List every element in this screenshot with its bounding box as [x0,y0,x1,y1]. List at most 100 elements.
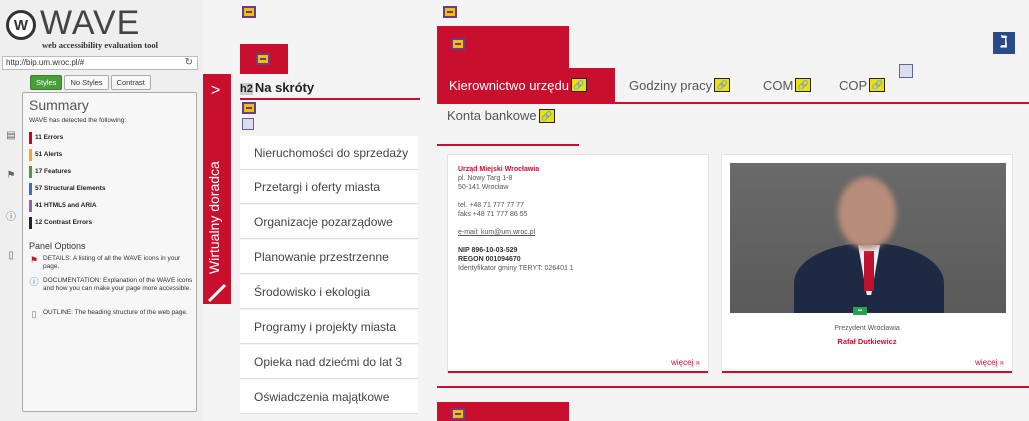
url-text: http://bip.um.wroc.pl/# [6,58,85,67]
tab-godziny-pracy[interactable]: Godziny pracy 🔗 [629,68,731,102]
link-icon: 🔗 [795,78,812,92]
tab-cop[interactable]: COP 🔗 [839,68,886,102]
wave-region-icon [451,38,465,50]
stat-label: 11 Errors [35,134,64,141]
nav-divider [240,98,420,100]
tab-label: Kierownictwo urzędu [449,77,569,93]
stat-label: 51 Alerts [35,151,63,158]
next-section-block [437,402,569,421]
main-content: ℷ Kierownictwo urzędu 🔗 Godziny pracy 🔗 CO… [437,0,1029,421]
stat-label: 17 Features [35,168,72,175]
nav-item[interactable]: Środowisko i ekologia [240,275,418,309]
summary-icon[interactable]: ▤ [4,128,18,142]
outline-icon[interactable]: ▯ [4,248,18,262]
tab-styles[interactable]: Styles [30,75,63,90]
detected-text: WAVE has detected the following: [29,117,127,124]
wave-region-icon [256,53,270,65]
option-text: DOCUMENTATION: Explanation of the WAVE i… [43,277,193,292]
advisor-label: Wirtualny doradca [206,161,222,274]
office-address: pl. Nowy Targ 1-8 [458,175,513,182]
photo-head [838,177,896,249]
nav-item[interactable]: Opieka nad dziećmi do lat 3 [240,345,418,379]
tab-konta-bankowe[interactable]: Konta bankowe 🔗 [447,108,555,123]
link-icon: 🔗 [538,108,555,123]
more-link[interactable]: więcej » [975,358,1004,367]
stat-label: 12 Contrast Errors [35,219,93,226]
option-text: OUTLINE: The heading structure of the we… [43,309,188,316]
nav-item[interactable]: Organizacje pozarządowe [240,205,418,239]
feature-icon: ▪▪ [853,307,867,315]
option-documentation[interactable]: ⓘ DOCUMENTATION: Explanation of the WAVE… [29,277,194,293]
stat-alerts[interactable]: 51 Alerts [29,148,62,161]
stat-bar [29,165,32,178]
wave-subtitle: web accessibility evaluation tool [42,40,158,50]
office-card: Urząd Miejski Wrocławia pl. Nowy Targ 1-… [447,154,709,374]
tab-label: COM [763,77,794,93]
tab-bar: Kierownictwo urzędu 🔗 Godziny pracy 🔗 COM 🔗… [437,68,1029,148]
tab-label: COP [839,77,868,93]
nav-item[interactable]: Przetargi i oferty miasta [240,170,418,204]
refresh-icon[interactable]: ↻ [185,57,193,69]
stat-bar [29,182,32,195]
president-title: Prezydent Wrocławia [834,325,900,332]
info-icon: ⓘ [29,277,39,287]
office-contact: Urząd Miejski Wrocławia pl. Nowy Targ 1-… [458,165,574,273]
nav-item[interactable]: Programy i projekty miasta [240,310,418,344]
stat-html5-aria[interactable]: 41 HTML5 and ARIA [29,199,97,212]
option-details[interactable]: ⚑ DETAILS: A listing of all the WAVE ico… [29,255,194,271]
shortcuts-nav: h2 Na skróty Nieruchomości do sprzedaży P… [232,0,420,421]
nav-header-block [240,44,288,74]
link-icon: 🔗 [570,78,587,92]
office-name: Urząd Miejski Wrocławia [458,166,540,173]
tab-divider [437,102,1029,104]
nav-item[interactable]: Nieruchomości do sprzedaży [240,136,418,170]
list-icon [242,118,254,130]
office-postcode: 50-141 Wrocław [458,184,509,191]
nav-title: h2 Na skróty [240,80,314,95]
section-divider [437,386,1029,388]
stat-bar [29,131,32,144]
president-name: Rafał Dutkiewicz [837,337,897,346]
wave-panel: W WAVE web accessibility evaluation tool… [0,0,203,421]
tab-kierownictwo[interactable]: Kierownictwo urzędu 🔗 [437,68,615,102]
office-email[interactable]: e-mail: kum@um.wroc.pl [458,228,574,237]
tab-label: Konta bankowe [447,108,537,123]
option-outline[interactable]: ▯ OUTLINE: The heading structure of the … [29,309,194,319]
office-regon: REGON 001094670 [458,256,521,263]
stat-bar [29,148,32,161]
heading-level-icon: h2 [240,83,253,95]
link-icon: 🔗 [714,78,731,92]
wave-region-icon [451,408,465,420]
card-divider [448,371,708,373]
nav-item[interactable]: Oświadczenia majątkowe [240,380,418,414]
card-divider [722,371,1012,373]
stat-contrast[interactable]: 12 Contrast Errors [29,216,92,229]
accessibility-icon[interactable]: ℷ [993,32,1015,54]
office-phone: tel. +48 71 777 77 77 [458,202,524,209]
nav-title-text: Na skróty [254,80,315,95]
tab-contrast[interactable]: Contrast [110,75,151,90]
wave-region-icon [242,6,256,18]
panel-options-title: Panel Options [29,241,86,251]
tab-underline [437,144,579,146]
office-fax: faks +48 71 777 86 55 [458,211,528,218]
stat-label: 41 HTML5 and ARIA [35,202,97,209]
wave-region-icon [443,6,457,18]
info-icon[interactable]: ⓘ [4,208,18,223]
nav-item[interactable]: Planowanie przestrzenne [240,240,418,274]
stat-structural[interactable]: 57 Structural Elements [29,182,105,195]
office-nip: NIP 896-10-03-529 [458,247,518,254]
stat-label: 57 Structural Elements [35,185,106,192]
url-input[interactable]: http://bip.um.wroc.pl/# ↻ [2,56,198,70]
stat-bar [29,199,32,212]
virtual-advisor-tab[interactable]: > Wirtualny doradca [203,74,231,304]
more-link[interactable]: więcej » [671,358,700,367]
tab-no-styles[interactable]: No Styles [64,75,109,90]
option-text: DETAILS: A listing of all the WAVE icons… [43,255,181,270]
flag-icon[interactable]: ⚑ [4,168,18,182]
stat-errors[interactable]: 11 Errors [29,131,63,144]
stat-features[interactable]: 17 Features [29,165,71,178]
main-header-block [437,26,569,68]
tab-com[interactable]: COM 🔗 [763,68,812,102]
wave-region-icon [242,102,256,114]
